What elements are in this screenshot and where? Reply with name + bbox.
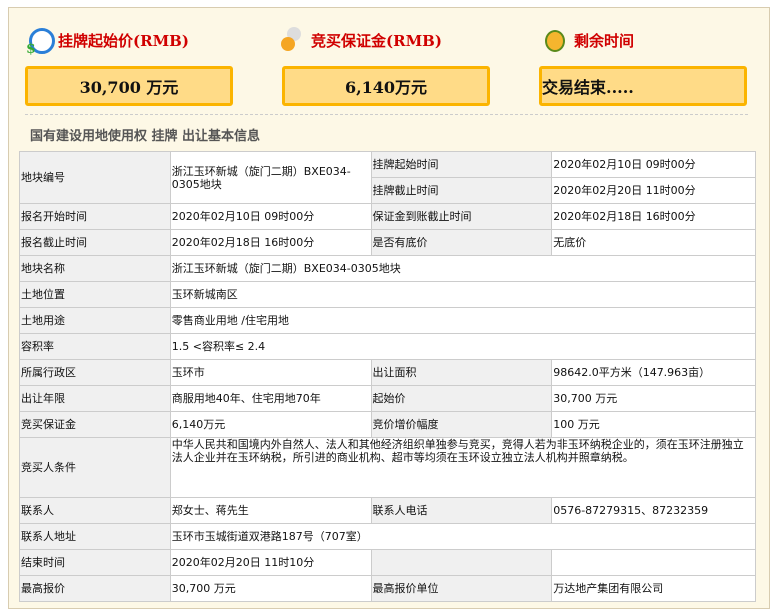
table-row: 所属行政区 玉环市 出让面积 98642.0平方米（147.963亩） (19, 359, 756, 386)
table-row: 最高报价 30,700 万元 最高报价单位 万达地产集团有限公司 (19, 575, 756, 602)
field-value: 100 万元 (551, 411, 756, 438)
land-info-table: 地块编号 浙江玉环新城（旋门二期）BXE034-0305地块 挂牌起始时间 2020年… (19, 151, 757, 602)
alarm-clock-icon (542, 27, 568, 53)
remaining-time-value: 交易结束..... (539, 66, 747, 106)
start-price-heading: $ 挂牌起始价(RMB) (26, 26, 189, 57)
table-row: 出让年限 商服用地40年、住宅用地70年 起始价 30,700 万元 (19, 385, 756, 412)
table-row: 土地用途 零售商业用地 /住宅用地 (19, 307, 757, 334)
table-row: 地块名称 浙江玉环新城（旋门二期）BXE034-0305地块 (19, 255, 757, 282)
field-label: 出让年限 (19, 385, 171, 412)
field-value: 2020年02月18日 16时00分 (169, 229, 372, 256)
start-price-value: 30,700 万元 (25, 66, 233, 106)
field-value: 30,700 万元 (551, 385, 756, 412)
field-label: 地块名称 (19, 255, 171, 282)
field-value (551, 549, 756, 576)
table-row: 土地位置 玉环新城南区 (19, 281, 757, 308)
field-label: 所属行政区 (19, 359, 171, 386)
field-label: 土地位置 (19, 281, 171, 308)
field-value: 商服用地40年、住宅用地70年 (169, 385, 372, 412)
table-row: 联系人 郑女士、蒋先生 联系人电话 0576-87279315、87232359 (19, 497, 756, 524)
field-label: 保证金到账截止时间 (370, 203, 553, 230)
table-row: 报名截止时间 2020年02月18日 16时00分 是否有底价 无底价 (19, 229, 756, 256)
field-label: 土地用途 (19, 307, 171, 334)
field-label: 是否有底价 (370, 229, 553, 256)
field-label: 竞买人条件 (19, 437, 171, 498)
field-label: 地块编号 (19, 151, 171, 204)
table-row: 竞买人条件 中华人民共和国境内外自然人、法人和其他经济组织单独参与竞买，竞得人若为… (19, 437, 757, 498)
field-value: 2020年02月10日 09时00分 (551, 151, 756, 178)
clock-money-icon: $ (26, 27, 55, 57)
field-value: 浙江玉环新城（旋门二期）BXE034-0305地块 (169, 255, 757, 282)
field-label: 联系人 (19, 497, 171, 524)
field-value: 2020年02月10日 09时00分 (169, 203, 372, 230)
field-value: 30,700 万元 (169, 575, 372, 602)
money-bag-icon (279, 27, 305, 53)
field-label: 竞买保证金 (19, 411, 171, 438)
table-row: 地块编号 浙江玉环新城（旋门二期）BXE034-0305地块 挂牌起始时间 2020年… (19, 151, 756, 204)
field-label: 容积率 (19, 333, 171, 360)
field-label: 出让面积 (370, 359, 553, 386)
field-value: 中华人民共和国境内外自然人、法人和其他经济组织单独参与竞买，竞得人若为非玉环纳税… (169, 437, 757, 498)
table-row: 报名开始时间 2020年02月10日 09时00分 保证金到账截止时间 2020年02… (19, 203, 756, 230)
table-row: 竞买保证金 6,140万元 竞价增价幅度 100 万元 (19, 411, 756, 438)
field-value: 零售商业用地 /住宅用地 (169, 307, 757, 334)
field-value: 玉环市玉城街道双港路187号（707室） (169, 523, 757, 550)
field-value: 98642.0平方米（147.963亩） (551, 359, 756, 386)
field-value: 玉环新城南区 (169, 281, 757, 308)
field-label: 结束时间 (19, 549, 171, 576)
field-value: 2020年02月20日 11时10分 (169, 549, 372, 576)
field-label: 挂牌起始时间 (370, 151, 553, 178)
field-value: 郑女士、蒋先生 (169, 497, 372, 524)
field-label: 起始价 (370, 385, 553, 412)
field-label: 联系人电话 (370, 497, 553, 524)
field-value: 玉环市 (169, 359, 372, 386)
field-value: 6,140万元 (169, 411, 372, 438)
table-row: 结束时间 2020年02月20日 11时10分 (19, 549, 756, 576)
field-label (370, 549, 553, 576)
deposit-heading: 竞买保证金(RMB) (279, 26, 442, 54)
field-value: 0576-87279315、87232359 (551, 497, 756, 524)
field-value: 浙江玉环新城（旋门二期）BXE034-0305地块 (169, 151, 372, 204)
field-label: 挂牌截止时间 (370, 177, 553, 204)
field-label: 报名开始时间 (19, 203, 171, 230)
deposit-value: 6,140万元 (282, 66, 490, 106)
field-value: 万达地产集团有限公司 (551, 575, 756, 602)
table-row: 联系人地址 玉环市玉城街道双港路187号（707室） (19, 523, 757, 550)
field-label: 报名截止时间 (19, 229, 171, 256)
table-row: 容积率 1.5 <容积率≤ 2.4 (19, 333, 757, 360)
section-title: 国有建设用地使用权 挂牌 出让基本信息 (30, 129, 261, 144)
field-value: 2020年02月20日 11时00分 (551, 177, 756, 204)
field-label: 竞价增价幅度 (370, 411, 553, 438)
remaining-time-heading: 剩余时间 (542, 26, 634, 54)
field-label: 最高报价单位 (370, 575, 553, 602)
field-value: 无底价 (551, 229, 756, 256)
divider (25, 114, 748, 115)
field-value: 2020年02月18日 16时00分 (551, 203, 756, 230)
field-value: 1.5 <容积率≤ 2.4 (169, 333, 757, 360)
field-label: 联系人地址 (19, 523, 171, 550)
field-label: 最高报价 (19, 575, 171, 602)
